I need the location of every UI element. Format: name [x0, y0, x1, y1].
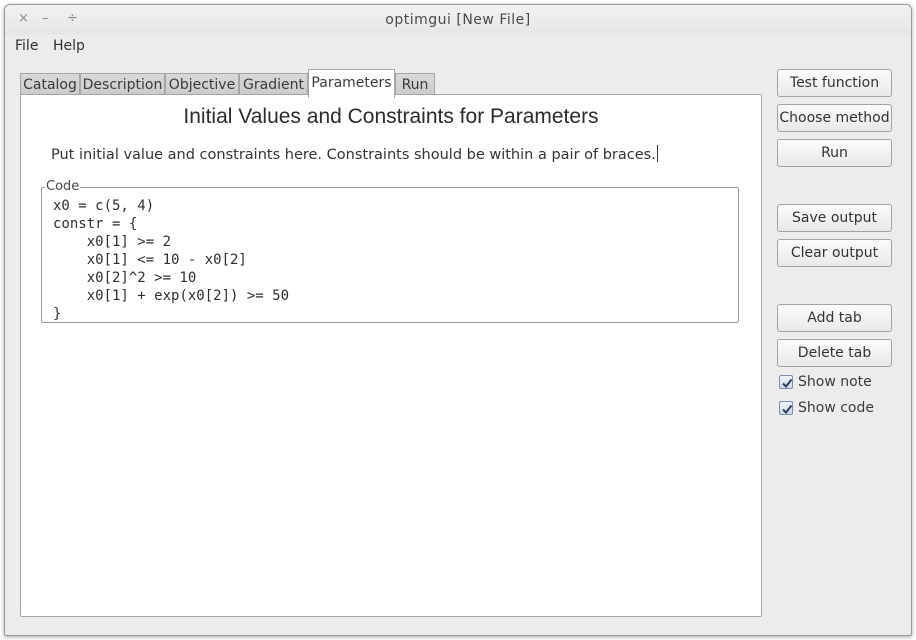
- code-editor[interactable]: x0 = c(5, 4) constr = { x0[1] >= 2 x0[1]…: [53, 197, 289, 323]
- window-title: optimgui [New File]: [385, 12, 531, 28]
- choose-method-button[interactable]: Choose method: [777, 104, 892, 132]
- menu-help[interactable]: Help: [53, 38, 85, 54]
- show-note-label: Show note: [798, 374, 872, 390]
- title-bar: × – ÷ optimgui [New File]: [5, 5, 911, 35]
- add-tab-button[interactable]: Add tab: [777, 304, 892, 332]
- menu-bar: File Help: [5, 35, 911, 59]
- save-output-button[interactable]: Save output: [777, 204, 892, 232]
- code-group-label: Code: [45, 179, 81, 194]
- parameters-panel: Initial Values and Constraints for Param…: [20, 94, 762, 617]
- note-text[interactable]: Put initial value and constraints here. …: [51, 145, 658, 163]
- run-button[interactable]: Run: [777, 139, 892, 167]
- checkmark-icon: [779, 401, 793, 415]
- checkmark-icon: [779, 375, 793, 389]
- test-function-button[interactable]: Test function: [777, 69, 892, 97]
- tab-parameters[interactable]: Parameters: [308, 69, 395, 98]
- text-cursor: [656, 145, 658, 162]
- delete-tab-button[interactable]: Delete tab: [777, 339, 892, 367]
- menu-file[interactable]: File: [15, 38, 38, 54]
- note-text-content: Put initial value and constraints here. …: [51, 147, 656, 163]
- app-window: × – ÷ optimgui [New File] File Help Cata…: [4, 4, 912, 636]
- show-code-label: Show code: [798, 400, 874, 416]
- code-group: Code x0 = c(5, 4) constr = { x0[1] >= 2 …: [41, 179, 739, 323]
- clear-output-button[interactable]: Clear output: [777, 239, 892, 267]
- panel-title: Initial Values and Constraints for Param…: [183, 105, 599, 128]
